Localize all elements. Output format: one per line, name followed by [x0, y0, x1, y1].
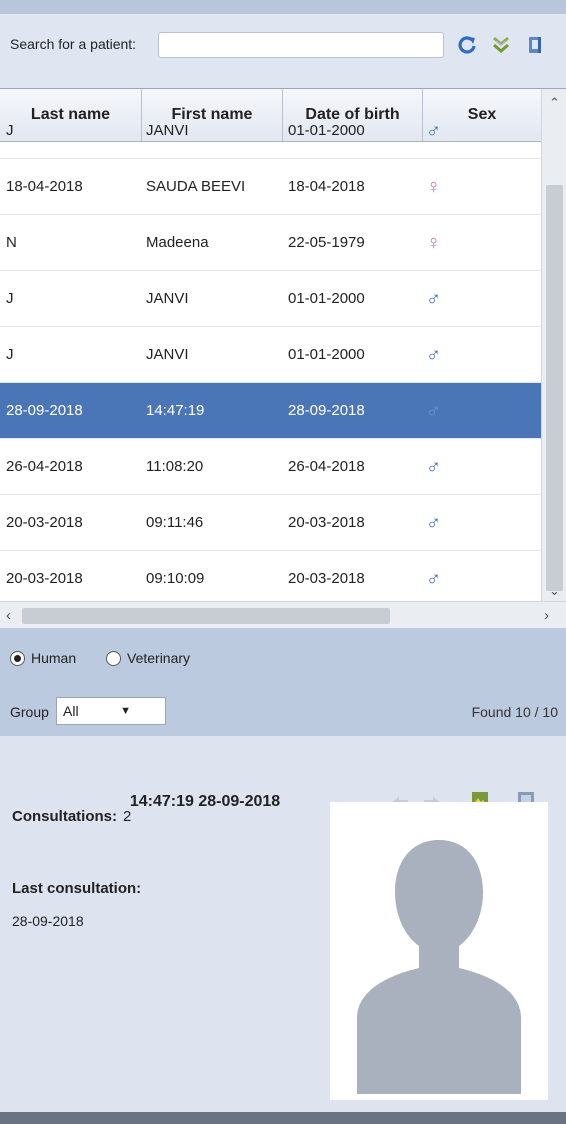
- horizontal-scrollbar[interactable]: ‹ ›: [0, 601, 566, 629]
- patient-photo[interactable]: [330, 802, 548, 1100]
- cell-dob: 28-09-2018: [288, 402, 365, 419]
- cell-first: JANVI: [146, 122, 189, 139]
- cell-first: 11:08:20: [146, 458, 204, 475]
- double-chevron-down-icon[interactable]: [490, 34, 512, 56]
- table-row[interactable]: 20-03-2018 09:11:46 20-03-2018 ♂: [0, 495, 541, 551]
- table-row[interactable]: 20-03-2018 09:10:09 20-03-2018 ♂: [0, 551, 541, 607]
- cell-first: Madeena: [146, 234, 209, 251]
- cell-first: 14:47:19: [146, 402, 205, 419]
- table-row[interactable]: J JANVI 01-01-2000 ♂: [0, 271, 541, 327]
- avatar-placeholder-icon: [357, 840, 521, 1094]
- scroll-left-icon[interactable]: ‹: [6, 607, 11, 624]
- male-icon: ♂: [426, 512, 441, 534]
- cell-last: 20-03-2018: [6, 570, 83, 587]
- cell-last: 28-09-2018: [6, 402, 83, 419]
- male-icon: ♂: [426, 344, 441, 366]
- vertical-scrollbar[interactable]: ⌃ ⌄: [541, 89, 566, 601]
- cell-first: 09:10:09: [146, 570, 205, 587]
- cell-dob: 22-05-1979: [288, 234, 365, 251]
- male-icon: ♂: [426, 120, 441, 142]
- table-row[interactable]: 26-04-2018 11:08:20 26-04-2018 ♂: [0, 439, 541, 495]
- radio-human[interactable]: Human: [10, 650, 76, 666]
- cell-last: J: [6, 290, 14, 307]
- radio-human-label: Human: [31, 650, 77, 666]
- search-input[interactable]: [158, 32, 444, 58]
- male-icon: ♂: [426, 400, 441, 422]
- vertical-scroll-thumb[interactable]: [546, 185, 563, 591]
- cell-dob: 20-03-2018: [288, 514, 365, 531]
- table-row[interactable]: 18-04-2018 SAUDA BEEVI 18-04-2018 ♀: [0, 159, 541, 215]
- scroll-down-icon[interactable]: ⌄: [549, 583, 560, 599]
- group-label: Group: [10, 704, 49, 720]
- cell-last: 20-03-2018: [6, 514, 83, 531]
- cell-dob: 20-03-2018: [288, 570, 365, 587]
- last-consultation-label: Last consultation:: [12, 880, 142, 897]
- group-select-value: All: [63, 703, 79, 719]
- cell-dob: 18-04-2018: [288, 178, 365, 195]
- window-top-strip: [0, 0, 566, 14]
- cell-first: SAUDA BEEVI: [146, 178, 246, 195]
- last-consultation-date: 28-09-2018: [12, 913, 84, 929]
- table-row[interactable]: 28-09-2018 14:47:19 28-09-2018 ♂: [0, 383, 541, 439]
- scroll-up-icon[interactable]: ⌃: [549, 95, 560, 111]
- cell-first: JANVI: [146, 290, 189, 307]
- cell-dob: 01-01-2000: [288, 290, 365, 307]
- scroll-right-icon[interactable]: ›: [544, 607, 549, 624]
- female-icon: ♀: [426, 232, 441, 254]
- found-value: 10: [515, 704, 531, 720]
- document-icon[interactable]: [524, 34, 546, 56]
- radio-human-indicator[interactable]: [10, 650, 25, 666]
- patient-table: Last name First name Date of birth Sex J…: [0, 88, 566, 629]
- radio-veterinary[interactable]: Veterinary: [106, 650, 190, 666]
- group-select[interactable]: All ▼: [56, 697, 166, 725]
- table-row[interactable]: J JANVI 01-01-2000 ♂: [0, 327, 541, 383]
- horizontal-scroll-thumb[interactable]: [22, 608, 390, 624]
- cell-dob: 01-01-2000: [288, 346, 365, 363]
- cell-last: 18-04-2018: [6, 178, 83, 195]
- consultations-label: Consultations:: [12, 808, 117, 825]
- search-label: Search for a patient:: [10, 36, 137, 52]
- cell-last: 26-04-2018: [6, 458, 83, 475]
- cell-last: N: [6, 234, 17, 251]
- window-bottom-border: [0, 1112, 566, 1124]
- cell-last: J: [6, 346, 14, 363]
- consultations-value: 2: [123, 808, 132, 825]
- found-label: Found: [471, 704, 512, 720]
- found-count: Found 10 / 10: [471, 704, 558, 720]
- found-total: 10: [542, 704, 558, 720]
- female-icon: ♀: [426, 176, 441, 198]
- cell-last: J: [6, 122, 14, 139]
- dropdown-arrow-icon[interactable]: ▼: [120, 698, 131, 724]
- radio-veterinary-label: Veterinary: [127, 650, 191, 666]
- cell-dob: 01-01-2000: [288, 122, 365, 139]
- table-row[interactable]: N Madeena 22-05-1979 ♀: [0, 215, 541, 271]
- cell-first: JANVI: [146, 346, 189, 363]
- cell-dob: 26-04-2018: [288, 458, 365, 475]
- male-icon: ♂: [426, 568, 441, 590]
- male-icon: ♂: [426, 456, 441, 478]
- consultations-info: Consultations: 2: [12, 808, 131, 825]
- refresh-icon[interactable]: [456, 34, 478, 56]
- radio-veterinary-indicator[interactable]: [106, 650, 121, 666]
- table-row[interactable]: J JANVI 01-01-2000 ♂: [0, 103, 541, 159]
- cell-first: 09:11:46: [146, 514, 204, 531]
- patient-search-panel: Search for a patient: Last name First na…: [0, 0, 566, 1124]
- male-icon: ♂: [426, 288, 441, 310]
